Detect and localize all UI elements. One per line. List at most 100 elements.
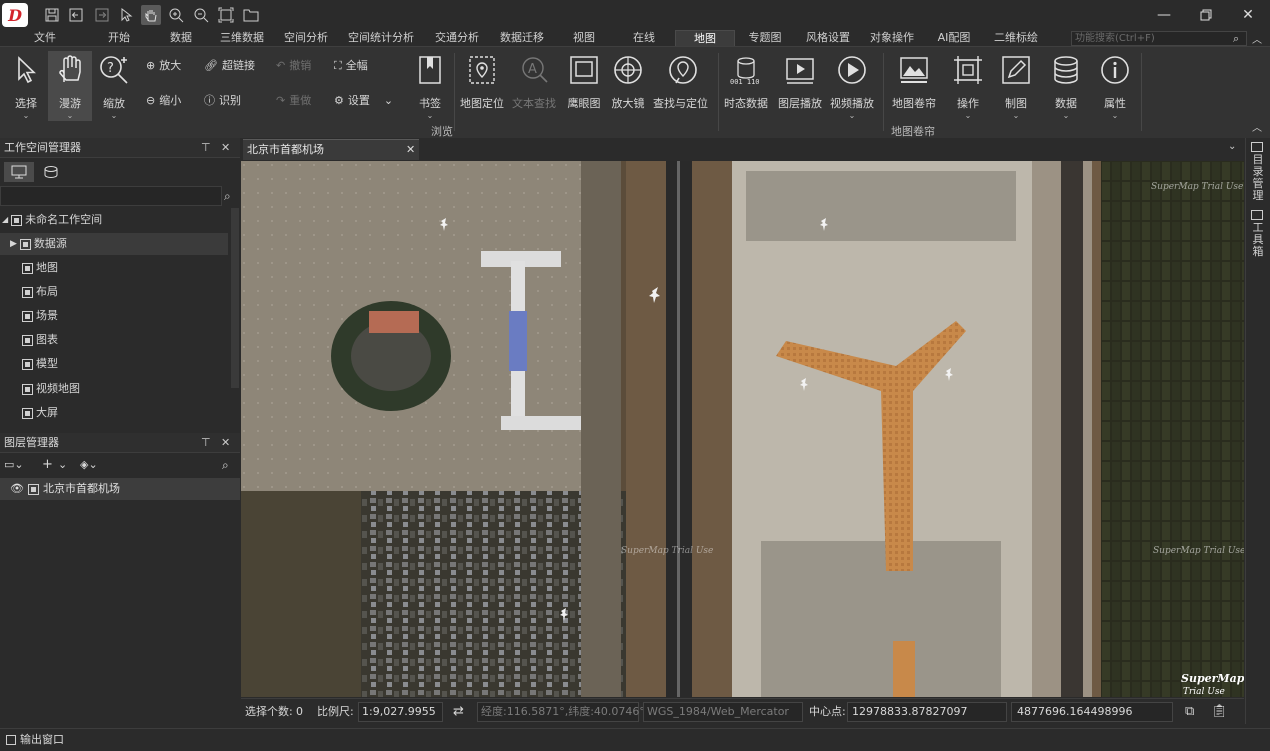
tree-item-layouts[interactable]: 布局 <box>22 281 58 303</box>
workspace-filter-input[interactable] <box>0 186 222 206</box>
output-window-tab[interactable]: 输出窗口 <box>0 728 1270 751</box>
full-extent-button[interactable]: ⛶ 全幅 <box>334 56 368 76</box>
eagle-eye-icon <box>567 53 601 87</box>
tree-item-datasources[interactable]: ▶ 数据源 <box>0 233 228 255</box>
full-extent-icon[interactable] <box>216 5 236 25</box>
map-locate-button[interactable]: 地图定位 <box>460 51 504 121</box>
settings-button[interactable]: ⚙ 设置 ⌄ <box>334 91 393 111</box>
undo-button[interactable]: ↶ 撤销 <box>276 56 311 76</box>
eye-visible-icon[interactable]: 👁︎ <box>10 478 24 500</box>
image-layer-icon <box>27 483 39 495</box>
tab-style-settings[interactable]: 风格设置 <box>802 30 854 46</box>
ribbon-scroll-up-icon[interactable]: ︿ <box>1252 119 1262 134</box>
tab-data-migration[interactable]: 数据迁移 <box>495 30 549 46</box>
zoom-in-button[interactable]: ⊕ 放大 <box>146 56 181 76</box>
text-search-button[interactable]: A 文本查找 <box>512 51 556 121</box>
toolbox-tab[interactable]: 工具箱 <box>1250 222 1266 258</box>
identify-button[interactable]: ⓘ 识别 <box>204 91 241 111</box>
layer-item[interactable]: 👁︎ 北京市首都机场 <box>0 478 240 500</box>
tab-3d-data[interactable]: 三维数据 <box>214 30 270 46</box>
operation-button[interactable]: 操作 ⌄ <box>946 51 990 121</box>
maximize-button[interactable] <box>1188 2 1224 28</box>
find-locate-button[interactable]: 查找与定位 <box>653 51 708 121</box>
tree-root-workspace[interactable]: ◢ 未命名工作空间 <box>2 209 102 231</box>
catalog-manager-tab[interactable]: 目录管理 <box>1250 154 1266 202</box>
video-playback-button[interactable]: 视频播放 ⌄ <box>830 51 874 121</box>
eagle-eye-button[interactable]: 鹰眼图 <box>562 51 606 121</box>
layer-playback-button[interactable]: 图层播放 <box>778 51 822 121</box>
dynamic-data-button[interactable]: 001 110 时态数据 <box>724 51 768 121</box>
tab-online[interactable]: 在线 <box>624 30 664 46</box>
add-layer-icon[interactable]: + <box>42 457 53 472</box>
mapping-button[interactable]: 制图 ⌄ <box>994 51 1038 121</box>
tree-item-video-maps[interactable]: 视频地图 <box>22 378 80 400</box>
center-x-value[interactable]: 12978833.87827097 <box>852 699 967 725</box>
data-button[interactable]: 数据 ⌄ <box>1044 51 1088 121</box>
pin-icon[interactable]: ⊤ <box>201 141 211 154</box>
hyperlink-button[interactable]: 🔗︎ 超链接 <box>204 56 255 76</box>
function-search-input[interactable]: 功能搜索(Ctrl+F) <box>1071 31 1247 46</box>
tree-item-big-screen[interactable]: 大屏 <box>22 402 58 424</box>
map-view[interactable]: SuperMap Trial Use SuperMap Trial Use Su… <box>241 161 1244 697</box>
magnifier-button[interactable]: 放大镜 <box>606 51 650 121</box>
tree-item-charts[interactable]: 图表 <box>22 329 58 351</box>
tab-data[interactable]: 数据 <box>160 30 202 46</box>
chevron-down-icon: ⌄ <box>22 111 30 120</box>
ribbon-collapse-icon[interactable]: ︿ <box>1252 31 1262 46</box>
zoom-out-button[interactable]: ⊖ 缩小 <box>146 91 181 111</box>
tab-object-operations[interactable]: 对象操作 <box>866 30 918 46</box>
close-icon[interactable]: ✕ <box>221 141 230 154</box>
close-window-button[interactable]: ✕ <box>1230 2 1266 28</box>
search-icon[interactable]: ⌕ <box>1233 32 1239 46</box>
resource-tab-button[interactable] <box>36 162 66 182</box>
copy-icon[interactable]: ⧉ <box>1185 699 1194 725</box>
zoom-button[interactable]: ? 缩放 ⌄ <box>92 51 136 121</box>
pan-hand-icon[interactable] <box>141 5 161 25</box>
search-icon[interactable]: ⌕ <box>224 189 231 204</box>
workspace-tab-button[interactable] <box>4 162 34 182</box>
forward-icon[interactable] <box>92 5 112 25</box>
info-icon <box>1098 53 1132 87</box>
search-icon[interactable]: ⌕ <box>222 458 229 473</box>
tab-traffic-analysis[interactable]: 交通分析 <box>430 30 484 46</box>
pencil-frame-icon <box>999 53 1033 87</box>
new-layer-icon[interactable]: ▭⌄ <box>4 458 24 471</box>
open-folder-icon[interactable] <box>241 5 261 25</box>
minimize-button[interactable]: — <box>1146 2 1182 28</box>
tab-view[interactable]: 视图 <box>564 30 604 46</box>
layer-stack-icon[interactable]: ◈⌄ <box>80 458 98 471</box>
bookmark-button[interactable]: 书签 ⌄ <box>408 51 452 121</box>
zoom-in-icon[interactable] <box>166 5 186 25</box>
select-button[interactable]: 选择 ⌄ <box>4 51 48 121</box>
zoom-out-icon[interactable] <box>191 5 211 25</box>
pan-button[interactable]: 漫游 ⌄ <box>48 51 92 121</box>
close-icon[interactable]: ✕ <box>221 436 230 449</box>
tree-scrollbar[interactable] <box>231 208 239 388</box>
tab-spatial-analysis[interactable]: 空间分析 <box>280 30 332 46</box>
map-swipe-button[interactable]: 地图卷帘 <box>892 51 936 121</box>
tree-item-maps[interactable]: 地图 <box>22 257 58 279</box>
tree-item-scenes[interactable]: 场景 <box>22 305 58 327</box>
tab-spatial-stats[interactable]: 空间统计分析 <box>344 30 418 46</box>
scale-value[interactable]: 1:9,027.9955 <box>362 699 436 725</box>
tab-start[interactable]: 开始 <box>98 30 140 46</box>
save-icon[interactable] <box>42 5 62 25</box>
pin-icon[interactable]: ⊤ <box>201 436 211 449</box>
center-y-value[interactable]: 4877696.164498996 <box>1017 699 1132 725</box>
pointer-icon[interactable] <box>116 5 136 25</box>
back-icon[interactable] <box>66 5 86 25</box>
swap-arrows-icon[interactable]: ⇄ <box>453 699 464 725</box>
tree-item-models[interactable]: 模型 <box>22 353 58 375</box>
paste-icon[interactable]: 📋︎ <box>1211 699 1228 725</box>
tab-2d-plotting[interactable]: 二维标绘 <box>990 30 1042 46</box>
map-document-tab[interactable]: 北京市首都机场 ✕ <box>243 139 419 160</box>
tab-list-dropdown-icon[interactable]: ⌄ <box>1228 141 1236 152</box>
properties-button[interactable]: 属性 ⌄ <box>1093 51 1137 121</box>
close-tab-icon[interactable]: ✕ <box>406 140 415 160</box>
chevron-down-icon[interactable]: ⌄ <box>58 458 67 471</box>
tab-file[interactable]: 文件 <box>24 30 66 46</box>
tab-map[interactable]: 地图 <box>675 30 735 46</box>
redo-button[interactable]: ↷ 重做 <box>276 91 311 111</box>
tab-thematic-map[interactable]: 专题图 <box>742 30 788 46</box>
tab-ai-mapping[interactable]: AI配图 <box>932 30 976 46</box>
